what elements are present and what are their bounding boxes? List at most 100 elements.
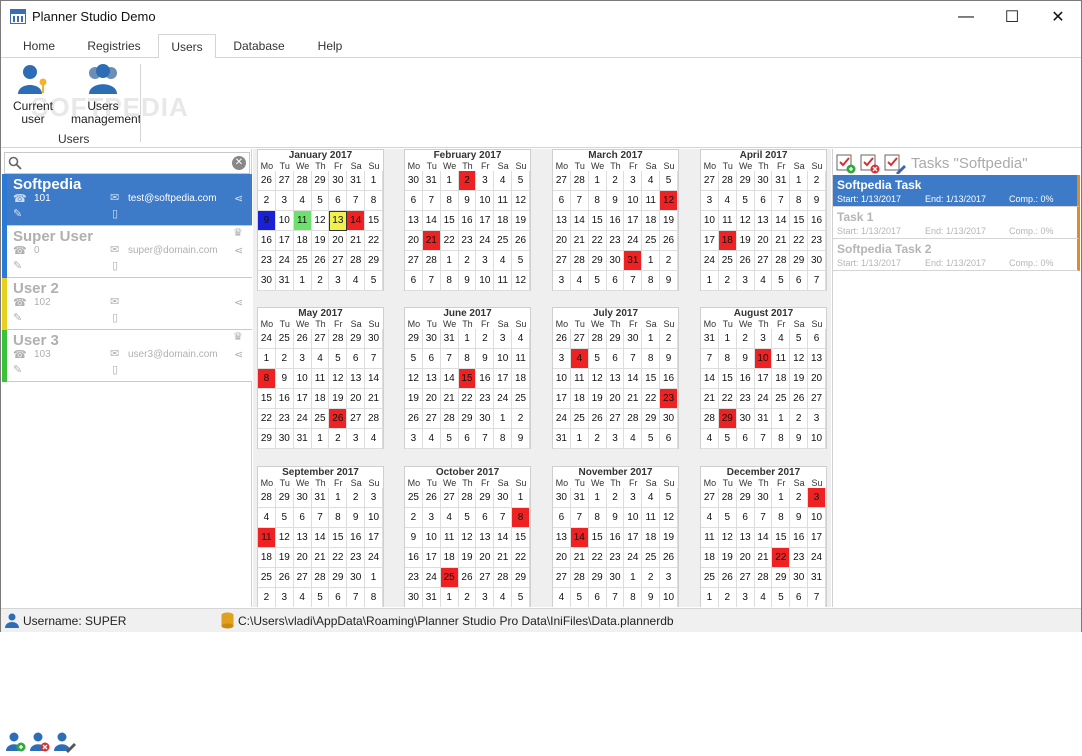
day-cell[interactable]: 16 bbox=[790, 528, 809, 548]
day-cell[interactable]: 24 bbox=[365, 548, 383, 568]
day-cell[interactable]: 22 bbox=[512, 548, 530, 568]
day-cell[interactable]: 22 bbox=[642, 389, 661, 409]
day-cell[interactable]: 11 bbox=[642, 508, 661, 528]
day-cell[interactable]: 4 bbox=[754, 271, 773, 291]
day-cell[interactable]: 1 bbox=[440, 251, 459, 271]
day-cell[interactable]: 7 bbox=[422, 271, 441, 291]
day-cell[interactable]: 1 bbox=[790, 171, 809, 191]
day-cell[interactable]: 29 bbox=[458, 409, 477, 429]
day-cell[interactable]: 9 bbox=[606, 508, 625, 528]
day-cell[interactable]: 7 bbox=[808, 588, 826, 607]
day-cell[interactable]: 15 bbox=[458, 369, 477, 389]
day-cell[interactable]: 31 bbox=[808, 568, 826, 588]
day-cell[interactable]: 10 bbox=[624, 191, 643, 211]
day-cell[interactable]: 28 bbox=[624, 409, 643, 429]
day-cell[interactable]: 4 bbox=[294, 588, 312, 607]
day-cell[interactable]: 3 bbox=[494, 329, 513, 349]
day-cell[interactable]: 27 bbox=[275, 171, 294, 191]
edit-task-icon[interactable] bbox=[884, 154, 906, 174]
day-cell[interactable]: 28 bbox=[293, 171, 312, 191]
day-cell[interactable]: 2 bbox=[588, 429, 607, 449]
day-cell[interactable]: 13 bbox=[422, 369, 441, 389]
day-cell[interactable]: 7 bbox=[347, 588, 366, 607]
day-cell[interactable]: 12 bbox=[512, 191, 530, 211]
day-cell[interactable]: 12 bbox=[736, 211, 755, 231]
day-cell[interactable]: 13 bbox=[347, 369, 366, 389]
day-cell[interactable]: 27 bbox=[440, 488, 459, 508]
day-cell[interactable]: 31 bbox=[701, 329, 719, 349]
day-cell[interactable]: 8 bbox=[365, 191, 383, 211]
day-cell[interactable]: 16 bbox=[606, 528, 625, 548]
user-item[interactable]: Super User ☎ 0 ✉ super@domain.com ✎ ▯ ⋖ ♛ bbox=[2, 226, 252, 278]
day-cell[interactable]: 7 bbox=[440, 349, 459, 369]
day-cell[interactable]: 7 bbox=[365, 349, 383, 369]
day-cell[interactable]: 6 bbox=[553, 508, 571, 528]
day-cell[interactable]: 26 bbox=[790, 389, 809, 409]
share-icon[interactable]: ⋖ bbox=[234, 348, 243, 361]
day-cell[interactable]: 27 bbox=[570, 329, 589, 349]
day-cell[interactable]: 29 bbox=[365, 251, 383, 271]
day-cell[interactable]: 14 bbox=[311, 528, 330, 548]
day-cell[interactable]: 3 bbox=[476, 171, 495, 191]
day-cell[interactable]: 20 bbox=[754, 231, 773, 251]
day-cell[interactable]: 24 bbox=[624, 548, 643, 568]
day-cell[interactable]: 31 bbox=[347, 171, 366, 191]
day-cell[interactable]: 29 bbox=[790, 251, 809, 271]
day-cell[interactable]: 12 bbox=[660, 508, 678, 528]
share-icon[interactable]: ⋖ bbox=[234, 296, 243, 309]
day-cell[interactable]: 29 bbox=[588, 251, 607, 271]
day-cell[interactable]: 2 bbox=[642, 568, 661, 588]
day-cell[interactable]: 30 bbox=[405, 588, 423, 607]
day-cell[interactable]: 22 bbox=[458, 389, 477, 409]
day-cell[interactable]: 4 bbox=[347, 271, 366, 291]
day-cell[interactable]: 7 bbox=[772, 191, 791, 211]
day-cell[interactable]: 2 bbox=[329, 429, 348, 449]
clear-icon[interactable]: ✕ bbox=[232, 156, 246, 170]
day-cell[interactable]: 21 bbox=[754, 548, 773, 568]
day-cell[interactable]: 29 bbox=[405, 329, 423, 349]
day-cell[interactable]: 27 bbox=[553, 568, 571, 588]
day-cell[interactable]: 30 bbox=[553, 488, 571, 508]
day-cell[interactable]: 3 bbox=[476, 588, 495, 607]
day-cell[interactable]: 26 bbox=[458, 568, 477, 588]
tab-help[interactable]: Help bbox=[305, 34, 355, 58]
day-cell[interactable]: 6 bbox=[405, 191, 423, 211]
day-cell[interactable]: 19 bbox=[405, 389, 423, 409]
day-cell[interactable]: 23 bbox=[790, 548, 809, 568]
day-cell[interactable]: 2 bbox=[458, 251, 477, 271]
day-cell[interactable]: 19 bbox=[736, 231, 755, 251]
day-cell[interactable]: 6 bbox=[293, 508, 312, 528]
day-cell[interactable]: 7 bbox=[754, 508, 773, 528]
day-cell[interactable]: 6 bbox=[790, 271, 809, 291]
day-cell[interactable]: 8 bbox=[258, 369, 276, 389]
day-cell[interactable]: 3 bbox=[624, 488, 643, 508]
day-cell[interactable]: 24 bbox=[553, 409, 571, 429]
day-cell[interactable]: 2 bbox=[790, 488, 809, 508]
day-cell[interactable]: 1 bbox=[624, 568, 643, 588]
day-cell[interactable]: 29 bbox=[311, 171, 330, 191]
day-cell[interactable]: 1 bbox=[701, 588, 719, 607]
day-cell[interactable]: 13 bbox=[553, 528, 571, 548]
day-cell[interactable]: 27 bbox=[701, 488, 719, 508]
day-cell[interactable]: 29 bbox=[588, 568, 607, 588]
day-cell[interactable]: 10 bbox=[660, 588, 678, 607]
day-cell[interactable]: 9 bbox=[606, 191, 625, 211]
day-cell[interactable]: 6 bbox=[329, 588, 348, 607]
day-cell[interactable]: 4 bbox=[642, 488, 661, 508]
day-cell[interactable]: 15 bbox=[718, 369, 737, 389]
day-cell[interactable]: 1 bbox=[329, 488, 348, 508]
day-cell[interactable]: 10 bbox=[476, 191, 495, 211]
day-cell[interactable]: 4 bbox=[624, 429, 643, 449]
current-user-button[interactable]: Current user bbox=[9, 62, 57, 126]
day-cell[interactable]: 7 bbox=[624, 271, 643, 291]
day-cell[interactable]: 17 bbox=[701, 231, 719, 251]
user-item[interactable]: Softpedia ☎ 101 ✉ test@softpedia.com ✎ ▯… bbox=[2, 174, 252, 226]
day-cell[interactable]: 7 bbox=[494, 508, 513, 528]
day-cell[interactable]: 15 bbox=[258, 389, 276, 409]
day-cell[interactable]: 8 bbox=[494, 429, 513, 449]
day-cell[interactable]: 14 bbox=[701, 369, 719, 389]
day-cell[interactable]: 12 bbox=[790, 349, 809, 369]
day-cell[interactable]: 17 bbox=[624, 211, 643, 231]
day-cell[interactable]: 7 bbox=[570, 508, 589, 528]
day-cell[interactable]: 3 bbox=[329, 271, 348, 291]
